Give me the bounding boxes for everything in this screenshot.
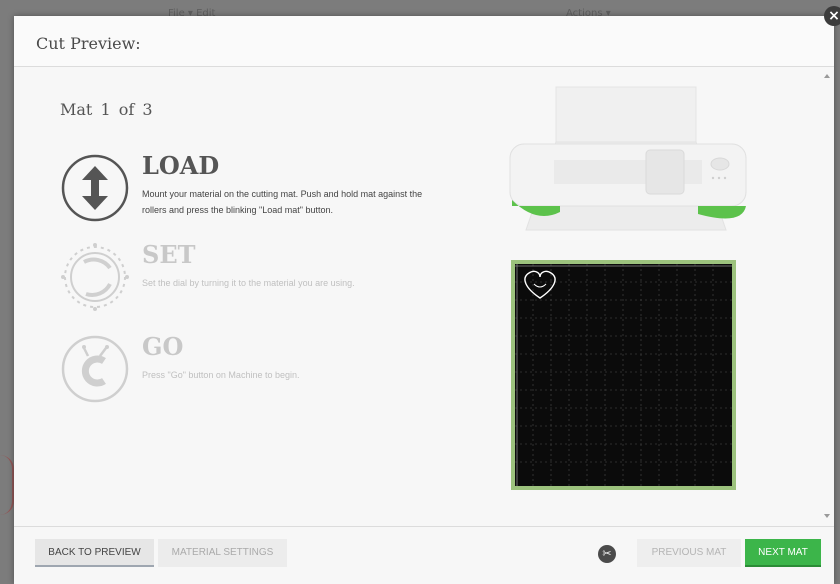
step-load-description: Mount your material on the cutting mat. … xyxy=(142,189,423,215)
mat-label: Mat xyxy=(60,100,93,119)
dial-icon xyxy=(61,243,129,311)
step-set-title: SET xyxy=(142,240,196,269)
step-go: GO Press "Go" button on Machine to begin… xyxy=(60,332,480,414)
scroll-down-icon[interactable] xyxy=(824,514,830,518)
background-shape xyxy=(0,455,14,515)
cut-preview-dialog: Cut Preview: Mat 1 of 3 LOAD Mount your … xyxy=(14,16,834,584)
mat-of: of xyxy=(118,100,135,119)
back-to-preview-button[interactable]: BACK TO PREVIEW xyxy=(35,539,154,567)
go-button-icon xyxy=(61,335,129,403)
cutting-machine-illustration xyxy=(509,86,747,231)
previous-mat-button[interactable]: PREVIOUS MAT xyxy=(637,539,741,567)
scroll-up-icon[interactable] xyxy=(824,74,830,78)
close-icon[interactable]: × xyxy=(824,6,840,26)
dialog-footer: BACK TO PREVIEW MATERIAL SETTINGS ✂ PREV… xyxy=(14,526,834,584)
step-set: SET Set the dial by turning it to the ma… xyxy=(60,240,480,322)
step-load-title: LOAD xyxy=(142,151,220,180)
scrollbar[interactable] xyxy=(822,68,834,524)
load-arrows-icon xyxy=(61,154,129,222)
dialog-header: Cut Preview: xyxy=(14,16,834,67)
step-go-title: GO xyxy=(142,332,184,361)
mat-total: 3 xyxy=(142,100,153,119)
mat-grid xyxy=(515,264,732,486)
step-go-description: Press "Go" button on Machine to begin. xyxy=(142,370,300,380)
scissors-icon[interactable]: ✂ xyxy=(598,545,616,563)
mat-counter: Mat 1 of 3 xyxy=(60,100,153,119)
step-set-description: Set the dial by turning it to the materi… xyxy=(142,278,355,288)
next-mat-button[interactable]: NEXT MAT xyxy=(745,539,821,567)
material-settings-button[interactable]: MATERIAL SETTINGS xyxy=(158,539,287,567)
mat-current: 1 xyxy=(100,100,111,119)
cutting-mat-preview xyxy=(511,260,736,490)
dialog-title: Cut Preview: xyxy=(36,34,141,53)
step-load: LOAD Mount your material on the cutting … xyxy=(60,151,480,233)
